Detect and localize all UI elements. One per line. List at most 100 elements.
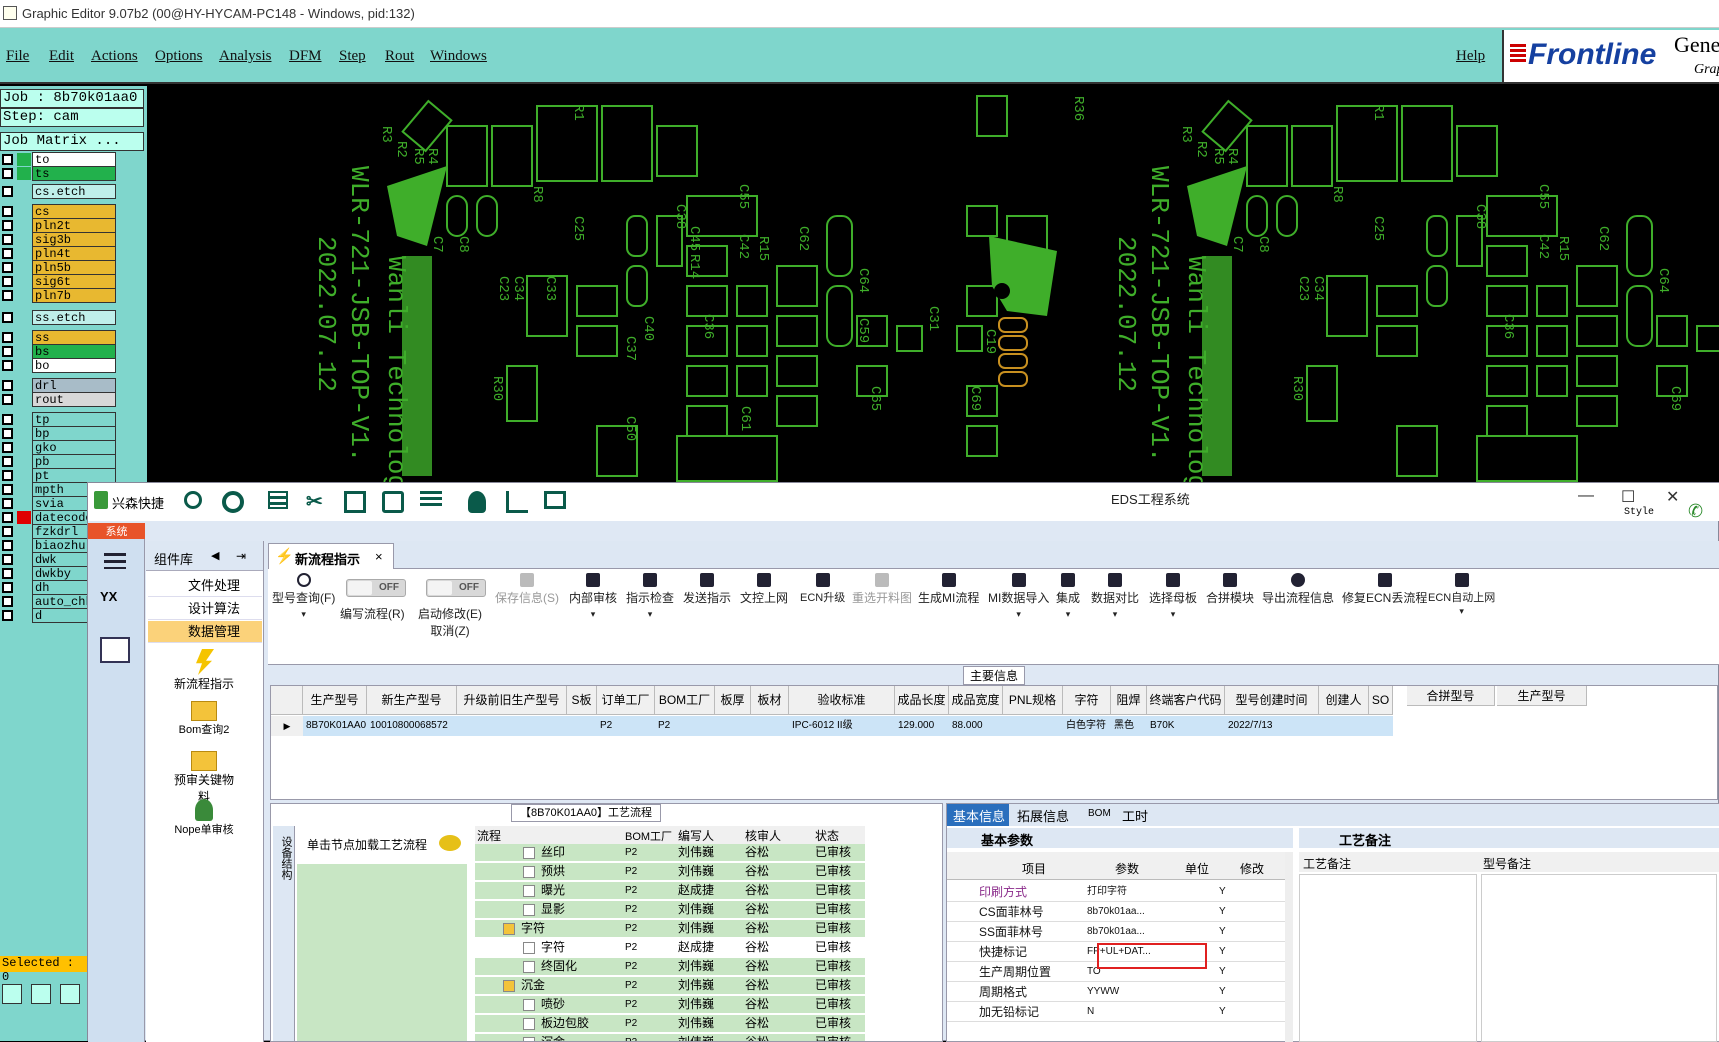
ribbon-model-query[interactable]: 型号查询(F) ▾ xyxy=(272,573,335,620)
layer-row[interactable]: ss.etch xyxy=(0,310,120,325)
maximize-icon[interactable]: ☐ xyxy=(1621,487,1635,507)
tool-3-icon[interactable] xyxy=(60,984,80,1004)
flow-row[interactable]: 沉金 P2 刘伟巍 谷松 已审核 xyxy=(475,977,865,994)
layer-name[interactable]: to xyxy=(32,152,116,167)
menu-dfm[interactable]: DFM xyxy=(289,48,322,65)
flow-row[interactable]: 预烘 P2 刘伟巍 谷松 已审核 xyxy=(475,863,865,880)
grid-col-header[interactable]: 阻焊 xyxy=(1111,686,1147,715)
layer-checkbox[interactable] xyxy=(2,262,13,273)
layer-checkbox[interactable] xyxy=(2,206,13,217)
ribbon-gen-mi[interactable]: 生成MI流程 xyxy=(918,573,979,606)
grid-col-header[interactable]: 成品宽度 xyxy=(949,686,1003,715)
grid-cell[interactable]: 10010800068572 xyxy=(367,716,457,736)
menu-actions[interactable]: Actions xyxy=(91,48,138,65)
close-icon[interactable]: ✕ xyxy=(1666,487,1679,507)
param-cell-v[interactable]: 打印字符 xyxy=(1087,882,1159,902)
arrow-left-icon[interactable]: ◀ xyxy=(211,549,219,562)
layer-row[interactable]: sig3b xyxy=(0,232,120,247)
tool-2-icon[interactable] xyxy=(31,984,51,1004)
minimize-icon[interactable]: — xyxy=(1578,487,1594,505)
tool-1-icon[interactable] xyxy=(2,984,22,1004)
layer-color-swatch[interactable] xyxy=(17,581,31,594)
layer-color-swatch[interactable] xyxy=(17,379,31,392)
layer-color-swatch[interactable] xyxy=(17,595,31,608)
layer-checkbox[interactable] xyxy=(2,154,13,165)
param-cell-v[interactable]: 8b70k01aa... xyxy=(1087,922,1159,942)
layer-color-swatch[interactable] xyxy=(17,553,31,566)
layer-color-swatch[interactable] xyxy=(17,497,31,510)
layer-checkbox[interactable] xyxy=(2,168,13,179)
param-cell-v[interactable]: N xyxy=(1087,1002,1159,1022)
layer-row[interactable]: pln7b xyxy=(0,288,120,303)
window-icon[interactable] xyxy=(544,491,566,509)
menu-help[interactable]: Help xyxy=(1456,48,1485,65)
layer-color-swatch[interactable] xyxy=(17,567,31,580)
layer-checkbox[interactable] xyxy=(2,428,13,439)
layer-color-swatch[interactable] xyxy=(17,483,31,496)
layer-row[interactable]: bs xyxy=(0,344,120,359)
layer-checkbox[interactable] xyxy=(2,380,13,391)
ribbon-edit-flow[interactable]: 编写流程(R) xyxy=(340,605,405,622)
user-icon[interactable] xyxy=(468,491,486,513)
ribbon-mi-import[interactable]: MI数据导入 ▾ xyxy=(988,573,1049,620)
layer-checkbox[interactable] xyxy=(2,498,13,509)
layer-color-swatch[interactable] xyxy=(17,455,31,468)
layer-name[interactable]: sig6t xyxy=(32,274,116,289)
calculator-icon[interactable] xyxy=(100,637,130,663)
grid-cell[interactable]: 2022/7/13 xyxy=(1225,716,1319,736)
ribbon-select-mother[interactable]: 选择母板 ▾ xyxy=(1149,573,1197,620)
flow-row[interactable]: 终固化 P2 刘伟巍 谷松 已审核 xyxy=(475,958,865,975)
grid-col-header[interactable]: 订单工厂 xyxy=(597,686,655,715)
layer-name[interactable]: pln5b xyxy=(32,260,116,275)
layer-color-swatch[interactable] xyxy=(17,413,31,426)
layer-color-swatch[interactable] xyxy=(17,393,31,406)
flow-row[interactable]: 显影 P2 刘伟巍 谷松 已审核 xyxy=(475,901,865,918)
layer-row[interactable]: pln4t xyxy=(0,246,120,261)
grid-col-header[interactable]: 板材 xyxy=(751,686,789,715)
grid-col-header[interactable]: 生产型号 xyxy=(1497,686,1587,706)
tab-close-icon[interactable]: × xyxy=(375,549,383,564)
grid-col-header[interactable]: BOM工厂 xyxy=(655,686,715,715)
layer-row[interactable]: pln2t xyxy=(0,218,120,233)
layer-row[interactable]: bp xyxy=(0,426,120,441)
grid-col-header[interactable]: 字符 xyxy=(1063,686,1111,715)
flow-row[interactable]: 板边包胶 P2 刘伟巍 谷松 已审核 xyxy=(475,1015,865,1032)
pin-icon[interactable]: ⇥ xyxy=(236,549,246,563)
grid-cell[interactable] xyxy=(715,716,751,736)
complib-item-file[interactable]: 文件处理 xyxy=(148,575,262,597)
menu-file[interactable]: File xyxy=(6,48,29,65)
grid-cell[interactable] xyxy=(1319,716,1369,736)
layer-color-swatch[interactable] xyxy=(17,345,31,358)
grid-cell[interactable]: 129.000 xyxy=(895,716,949,736)
job-matrix-button[interactable]: Job Matrix ... xyxy=(0,132,144,151)
layer-name[interactable]: pln2t xyxy=(32,218,116,233)
layer-row[interactable]: rout xyxy=(0,392,120,407)
layer-checkbox[interactable] xyxy=(2,220,13,231)
layer-color-swatch[interactable] xyxy=(17,275,31,288)
complib-item-algorithm[interactable]: 设计算法 xyxy=(148,598,262,620)
param-cell-v[interactable]: 8b70k01aa... xyxy=(1087,902,1159,922)
ribbon-ecn-upgrade[interactable]: ECN升级 xyxy=(800,573,845,605)
list-icon[interactable] xyxy=(420,491,442,509)
flow-row[interactable]: 丝印 P2 刘伟巍 谷松 已审核 xyxy=(475,844,865,861)
layer-name[interactable]: cs xyxy=(32,204,116,219)
bom-query-shortcut[interactable]: Bom查询2 xyxy=(174,701,234,737)
grid-cell[interactable] xyxy=(457,716,567,736)
flow-row[interactable]: 字符 P2 赵成捷 谷松 已审核 xyxy=(475,939,865,956)
ribbon-data-compare[interactable]: 数据对比 ▾ xyxy=(1091,573,1139,620)
layer-row[interactable]: tp xyxy=(0,412,120,427)
layer-color-swatch[interactable] xyxy=(17,233,31,246)
side-tab[interactable]: 设备结构 xyxy=(273,826,295,1041)
edit-flow-toggle[interactable]: OFF xyxy=(346,579,406,597)
layer-checkbox[interactable] xyxy=(2,526,13,537)
grid-col-header[interactable]: 创建人 xyxy=(1319,686,1369,715)
layer-checkbox[interactable] xyxy=(2,332,13,343)
layer-checkbox[interactable] xyxy=(2,290,13,301)
layer-checkbox[interactable] xyxy=(2,582,13,593)
grid-cell[interactable] xyxy=(751,716,789,736)
tab-work-hours[interactable]: 工时 xyxy=(1122,806,1148,825)
layer-color-swatch[interactable] xyxy=(17,185,31,198)
menu-analysis[interactable]: Analysis xyxy=(219,48,272,65)
layer-name[interactable]: pln7b xyxy=(32,288,116,303)
process-notes-field[interactable] xyxy=(1299,874,1477,1042)
